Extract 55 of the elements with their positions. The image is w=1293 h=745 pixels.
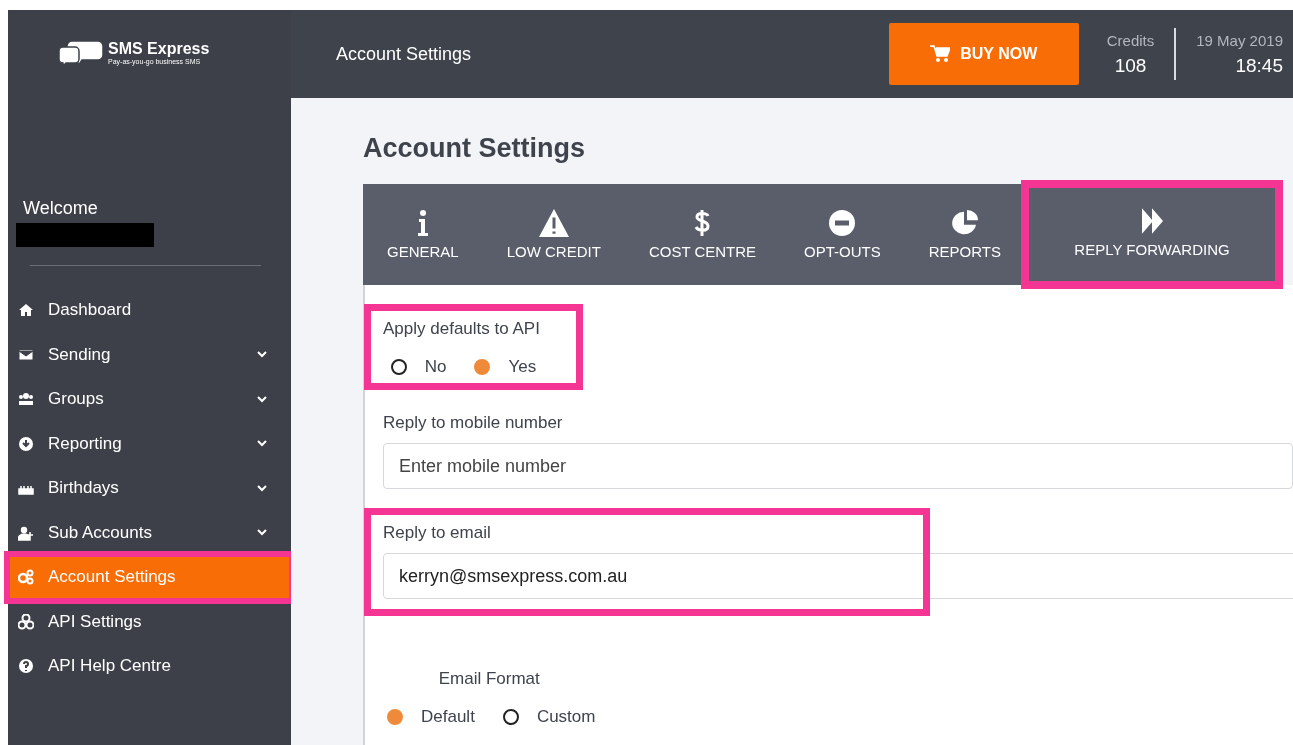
radio-option[interactable]: No bbox=[390, 357, 447, 377]
question-icon bbox=[18, 658, 34, 675]
download-icon bbox=[18, 435, 34, 452]
input-field[interactable]: Enter mobile number bbox=[383, 443, 1293, 489]
chevron-down-icon bbox=[257, 395, 267, 403]
page-title: Account Settings bbox=[363, 133, 586, 164]
warning-icon bbox=[538, 209, 569, 237]
cogs-icon bbox=[18, 569, 34, 586]
header-title: Account Settings bbox=[336, 43, 473, 65]
welcome-text: Welcome bbox=[23, 198, 99, 219]
tab[interactable]: GENERAL bbox=[363, 184, 483, 285]
chevron-down-icon bbox=[257, 529, 267, 537]
tab[interactable]: REPORTS bbox=[904, 184, 1026, 285]
radio-option[interactable]: Default bbox=[387, 707, 475, 727]
radio-dot[interactable] bbox=[474, 359, 491, 375]
tab[interactable]: REPLY FORWARDING bbox=[1025, 184, 1279, 285]
sidebar-item[interactable]: API Help Centre bbox=[8, 644, 291, 689]
home-icon bbox=[18, 302, 34, 319]
cubes-icon bbox=[18, 613, 34, 630]
chevron-down-icon bbox=[257, 484, 267, 492]
field-label: Apply defaults to API bbox=[383, 319, 540, 339]
minus-icon bbox=[828, 209, 857, 237]
tab[interactable]: OPT-OUTS bbox=[780, 184, 905, 285]
sidebar-item[interactable]: Reporting bbox=[8, 421, 291, 466]
input-field[interactable]: kerryn@smsexpress.com.au bbox=[383, 553, 1293, 599]
radio-dot[interactable] bbox=[390, 359, 407, 375]
users-icon bbox=[18, 391, 34, 408]
field-label: Email Format bbox=[438, 669, 540, 689]
cart-icon bbox=[930, 45, 951, 63]
sidebar-item[interactable]: Sub Accounts bbox=[8, 510, 291, 555]
credits-value: 108 bbox=[1114, 54, 1147, 77]
brand-name: SMS Express bbox=[108, 39, 210, 58]
date-text: 19 May 2019 bbox=[1196, 31, 1283, 49]
sidebar-item[interactable]: Groups bbox=[8, 377, 291, 422]
sidebar-item[interactable]: API Settings bbox=[8, 599, 291, 644]
radio-option[interactable]: Yes bbox=[474, 357, 537, 377]
user-plus-icon bbox=[18, 524, 34, 541]
sidebar-item[interactable]: Dashboard bbox=[8, 288, 291, 333]
sidebar-item[interactable]: Sending bbox=[8, 332, 291, 377]
field-label: Reply to mobile number bbox=[383, 413, 563, 433]
info-icon bbox=[416, 209, 429, 237]
chevron-down-icon bbox=[257, 351, 267, 359]
time-text: 18:45 bbox=[1235, 54, 1283, 77]
forward-icon bbox=[1140, 207, 1164, 235]
credits-label: Credits bbox=[1106, 31, 1155, 49]
tab[interactable]: COST CENTRE bbox=[624, 184, 781, 285]
radio-option[interactable]: Custom bbox=[502, 707, 596, 727]
pie-icon bbox=[950, 209, 979, 237]
radio-dot[interactable] bbox=[387, 709, 403, 725]
dollar-icon bbox=[694, 209, 711, 237]
tab[interactable]: LOW CREDIT bbox=[482, 184, 625, 285]
radio-dot[interactable] bbox=[502, 709, 519, 725]
chevron-down-icon bbox=[257, 440, 267, 448]
field-label: Reply to email bbox=[383, 523, 491, 543]
sidebar-item[interactable]: Birthdays bbox=[8, 466, 291, 511]
